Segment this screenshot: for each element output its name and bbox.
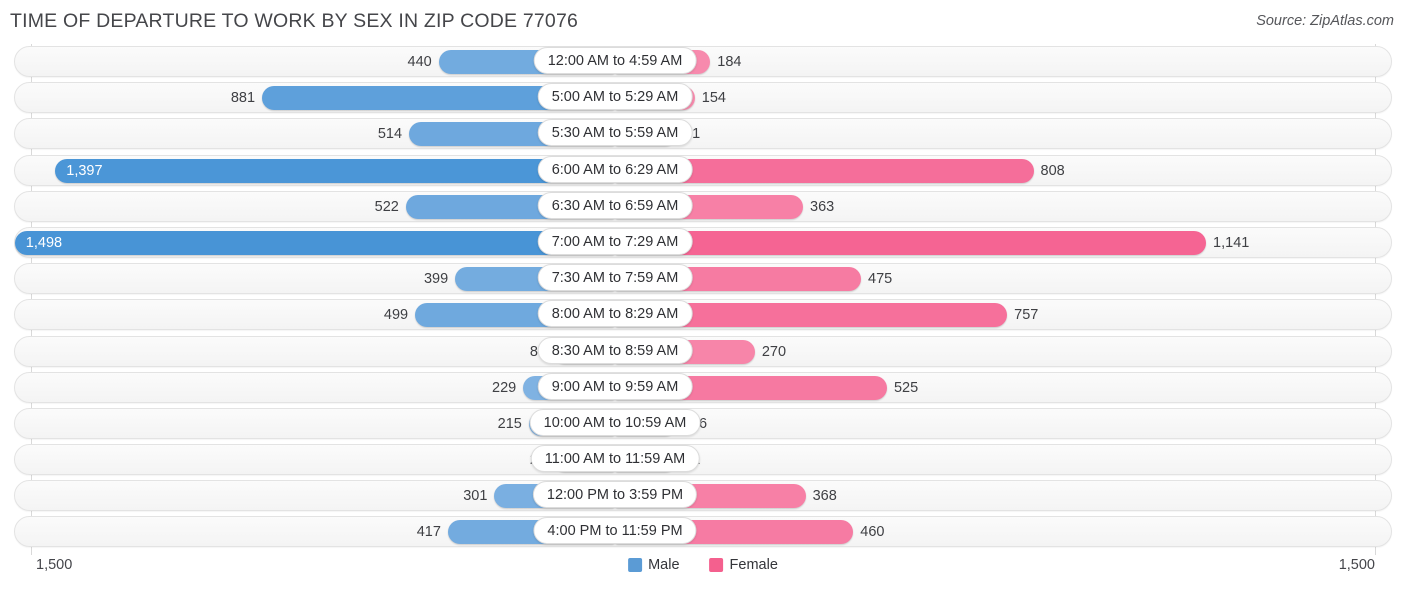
source-attribution: Source: ZipAtlas.com: [1256, 13, 1394, 29]
axis-label-right: 1,500: [1338, 557, 1375, 573]
plot-area: 440 184 12:00 AM to 4:59 AM 881 154 5:00 AM t…: [0, 44, 1406, 555]
table-row: 301 368 12:00 PM to 3:59 PM: [0, 478, 1406, 514]
bar-value-female: 1,141: [1213, 234, 1250, 251]
table-row: 1,397 808 6:00 AM to 6:29 AM: [0, 153, 1406, 189]
table-row: 21511610:00 AM to 10:59 AM: [0, 406, 1406, 442]
bar-rows: 440 184 12:00 AM to 4:59 AM 881 154 5:00 AM t…: [0, 44, 1406, 551]
category-label[interactable]: 5:30 AM to 5:59 AM: [537, 119, 693, 147]
bar-value-male: 1,397: [66, 162, 103, 179]
bar-female[interactable]: [615, 230, 1207, 255]
bar-value-male: 522: [374, 198, 399, 215]
table-row: 499 757 8:00 AM to 8:29 AM: [0, 297, 1406, 333]
chart-footer: 1,500 1,500 Male Female: [0, 549, 1406, 595]
bar-value-female: 808: [1040, 162, 1065, 179]
category-label[interactable]: 7:30 AM to 7:59 AM: [537, 264, 693, 292]
table-row: 417 460 4:00 PM to 11:59 PM: [0, 514, 1406, 550]
row-track: [14, 444, 1392, 476]
category-label[interactable]: 11:00 AM to 11:59 AM: [530, 445, 700, 473]
bar-value-female: 184: [717, 54, 742, 70]
bar-male[interactable]: [55, 158, 615, 183]
table-row: 1,498 1,141 7:00 AM to 7:29 AM: [0, 225, 1406, 261]
legend-item-male[interactable]: Male: [628, 557, 680, 573]
table-row: 514915:30 AM to 5:59 AM: [0, 116, 1406, 152]
category-label[interactable]: 6:30 AM to 6:59 AM: [537, 191, 693, 219]
row-track: [14, 118, 1392, 150]
legend-label-male: Male: [648, 557, 680, 573]
table-row: 229 525 9:00 AM to 9:59 AM: [0, 370, 1406, 406]
category-label[interactable]: 12:00 AM to 4:59 AM: [533, 47, 697, 74]
category-label[interactable]: 4:00 PM to 11:59 PM: [533, 517, 697, 545]
table-row: 881 154 5:00 AM to 5:29 AM: [0, 80, 1406, 116]
bar-value-female: 368: [812, 488, 837, 505]
bar-value-male: 440: [407, 54, 432, 70]
table-row: 440 184 12:00 AM to 4:59 AM: [0, 44, 1406, 80]
bar-value-female: 363: [810, 198, 835, 215]
category-label[interactable]: 8:30 AM to 8:59 AM: [537, 336, 693, 364]
category-label[interactable]: 8:00 AM to 8:29 AM: [537, 300, 693, 328]
bar-value-male: 301: [463, 488, 488, 505]
bar-value-male: 499: [383, 307, 409, 324]
bar-value-male: 399: [423, 271, 449, 288]
chart-header: TIME OF DEPARTURE TO WORK BY SEX IN ZIP …: [0, 0, 1406, 44]
category-label[interactable]: 6:00 AM to 6:29 AM: [537, 155, 693, 183]
legend-swatch-female-icon: [709, 558, 724, 572]
legend-item-female[interactable]: Female: [709, 557, 778, 573]
bar-value-male: 881: [230, 90, 256, 107]
axis-label-left: 1,500: [36, 557, 73, 573]
bar-value-male: 229: [492, 379, 517, 396]
bar-value-female: 270: [761, 343, 787, 360]
bar-value-female: 525: [893, 379, 919, 396]
bar-value-male: 514: [377, 126, 403, 143]
page-title: TIME OF DEPARTURE TO WORK BY SEX IN ZIP …: [10, 10, 579, 32]
bar-value-female: 154: [701, 90, 726, 107]
bar-value-male: 417: [416, 524, 441, 541]
category-label[interactable]: 5:00 AM to 5:29 AM: [537, 83, 693, 111]
category-label[interactable]: 12:00 PM to 3:59 PM: [532, 481, 698, 509]
bar-value-female: 460: [860, 524, 885, 541]
bar-value-male: 1,498: [25, 234, 63, 251]
legend-label-female: Female: [729, 557, 778, 573]
bar-value-female: 757: [1014, 307, 1039, 324]
legend-swatch-male-icon: [628, 558, 643, 572]
table-row: 882708:30 AM to 8:59 AM: [0, 334, 1406, 370]
chart-container: TIME OF DEPARTURE TO WORK BY SEX IN ZIP …: [0, 0, 1406, 595]
chart-legend: Male Female: [628, 557, 778, 573]
table-row: 399 475 7:30 AM to 7:59 AM: [0, 261, 1406, 297]
category-label[interactable]: 10:00 AM to 10:59 AM: [529, 408, 701, 436]
category-label[interactable]: 7:00 AM to 7:29 AM: [537, 227, 693, 255]
bar-value-male: 215: [497, 415, 522, 432]
bar-male[interactable]: [14, 230, 615, 255]
table-row: 207211:00 AM to 11:59 AM: [0, 442, 1406, 478]
category-label[interactable]: 9:00 AM to 9:59 AM: [537, 372, 693, 400]
table-row: 522 363 6:30 AM to 6:59 AM: [0, 189, 1406, 225]
bar-value-female: 475: [868, 271, 893, 288]
